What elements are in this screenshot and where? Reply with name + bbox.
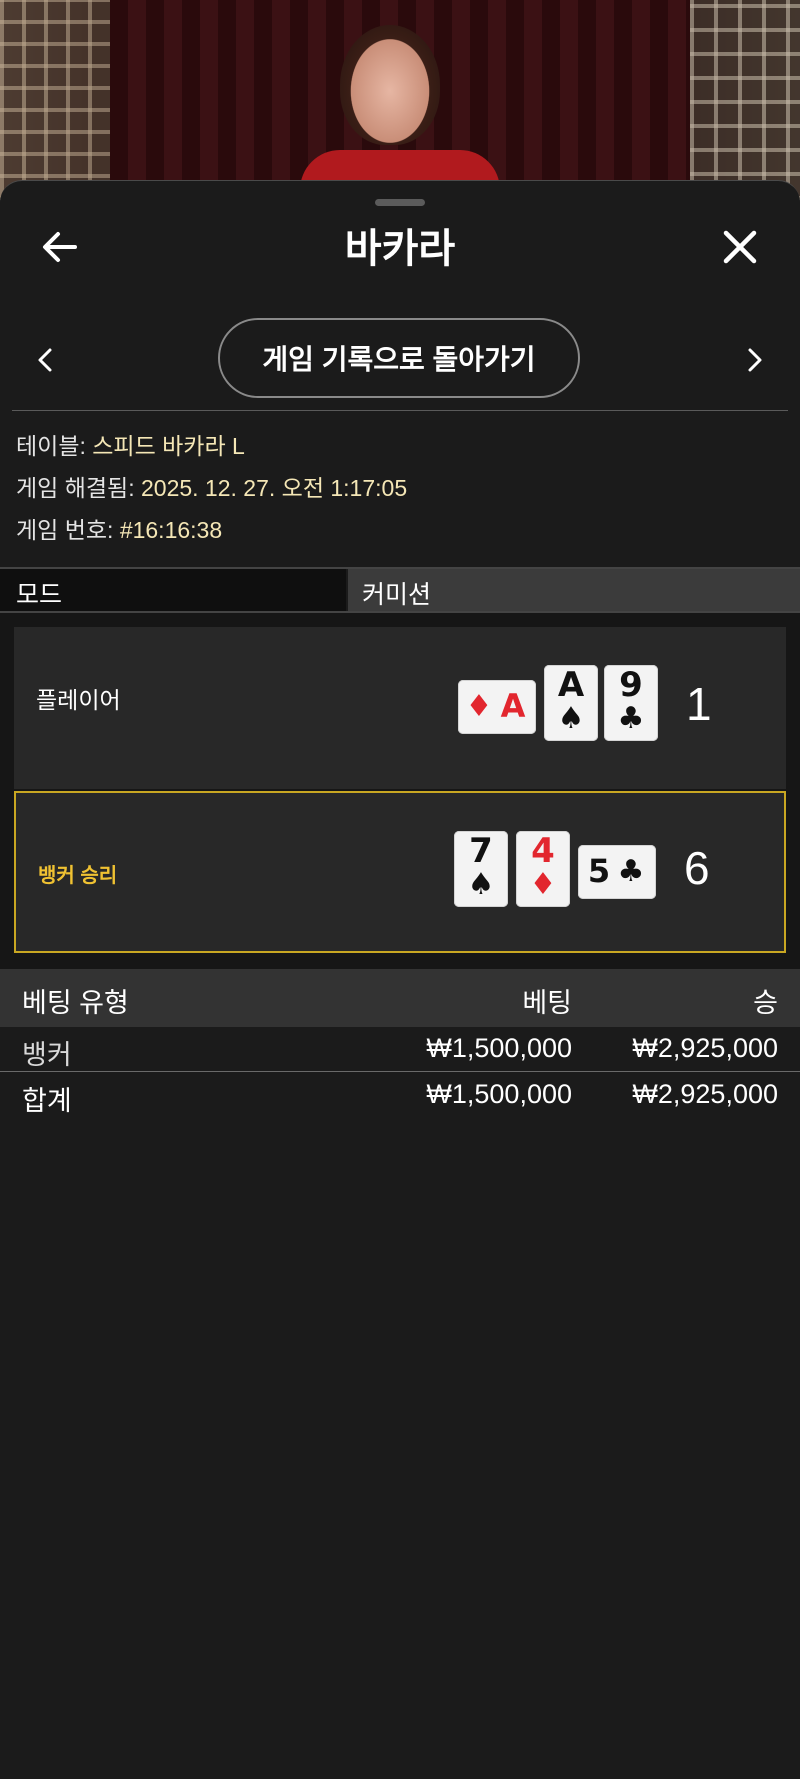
result-area: 플레이어 A ♦ A ♠ 9 ♣ 1 뱅커 승리 7 ♠ 4 ♦ 5 ♣ 6 [0,613,800,969]
header-bet-type: 베팅 유형 [22,988,129,1018]
close-icon[interactable] [718,225,762,269]
history-detail-panel: 바카라 게임 기록으로 돌아가기 테이블: 스피드 바카라 L 게임 해결됨: … [0,180,800,1779]
mode-cell: 모드 [0,569,346,611]
table-label: 테이블: [16,433,86,459]
back-to-history-button[interactable]: 게임 기록으로 돌아가기 [218,318,580,398]
banker-hand-row: 뱅커 승리 7 ♠ 4 ♦ 5 ♣ 6 [14,791,786,953]
round-label: 게임 번호: [16,517,114,543]
card-suit: ♦ [529,867,557,902]
card-rank: 4 [531,831,555,871]
card-suit: ♣ [617,854,645,889]
card-rank: 9 [619,665,643,705]
table-info: 테이블: 스피드 바카라 L [16,430,245,462]
divider [12,410,788,411]
bet-amount: ₩1,500,000 [426,1033,572,1063]
round-value: #16:16:38 [119,517,223,543]
banker-card-3: 5 ♣ [578,845,656,899]
card-rank: A [557,665,585,705]
resolved-info: 게임 해결됨: 2025. 12. 27. 오전 1:17:05 [16,472,407,504]
bet-table-header: 베팅 유형 베팅 승 [0,969,800,1027]
lattice-decor-right [690,0,800,200]
banker-win-label: 뱅커 승리 [38,865,118,887]
mode-label: 모드 [16,581,63,609]
total-bet: ₩1,500,000 [426,1079,572,1109]
card-suit: ♣ [617,701,645,736]
header-bet: 베팅 [522,988,572,1018]
total-win: ₩2,925,000 [632,1079,778,1109]
header-win: 승 [753,988,778,1018]
live-video-feed [0,0,800,200]
row-divider [0,1071,800,1072]
player-score: 1 [686,678,712,730]
card-suit: ♠ [467,867,495,902]
commission-cell: 커미션 [348,569,800,611]
player-label: 플레이어 [36,687,121,713]
banker-card-1: 7 ♠ [454,831,508,907]
resolved-label: 게임 해결됨: [16,475,135,501]
drag-handle[interactable] [375,199,425,206]
card-rank: A [500,687,526,725]
resolved-value: 2025. 12. 27. 오전 1:17:05 [140,475,408,501]
total-row: 합계 ₩1,500,000 ₩2,925,000 [0,1073,800,1117]
dealer-head [340,25,440,145]
lattice-decor-left [0,0,110,200]
table-value: 스피드 바카라 L [92,433,245,459]
card-rank: 5 [587,852,611,890]
mode-bar: 모드 커미션 [0,567,800,613]
total-label: 합계 [22,1086,72,1116]
win-amount: ₩2,925,000 [632,1033,778,1063]
card-rank: 7 [469,831,493,871]
card-suit: ♦ [465,689,493,724]
commission-label: 커미션 [362,581,432,609]
chevron-left-icon[interactable] [34,345,56,375]
round-info: 게임 번호: #16:16:38 [16,514,222,546]
banker-card-2: 4 ♦ [516,831,570,907]
player-hand-row: 플레이어 A ♦ A ♠ 9 ♣ 1 [14,627,786,789]
chevron-right-icon[interactable] [744,345,766,375]
bet-row: 뱅커 ₩1,500,000 ₩2,925,000 [0,1027,800,1071]
player-card-2: A ♠ [544,665,598,741]
banker-score: 6 [684,842,710,894]
card-suit: ♠ [557,701,585,736]
bet-type: 뱅커 [22,1040,72,1070]
player-card-1: A ♦ [458,680,536,734]
page-title: 바카라 [344,227,456,271]
player-card-3: 9 ♣ [604,665,658,741]
